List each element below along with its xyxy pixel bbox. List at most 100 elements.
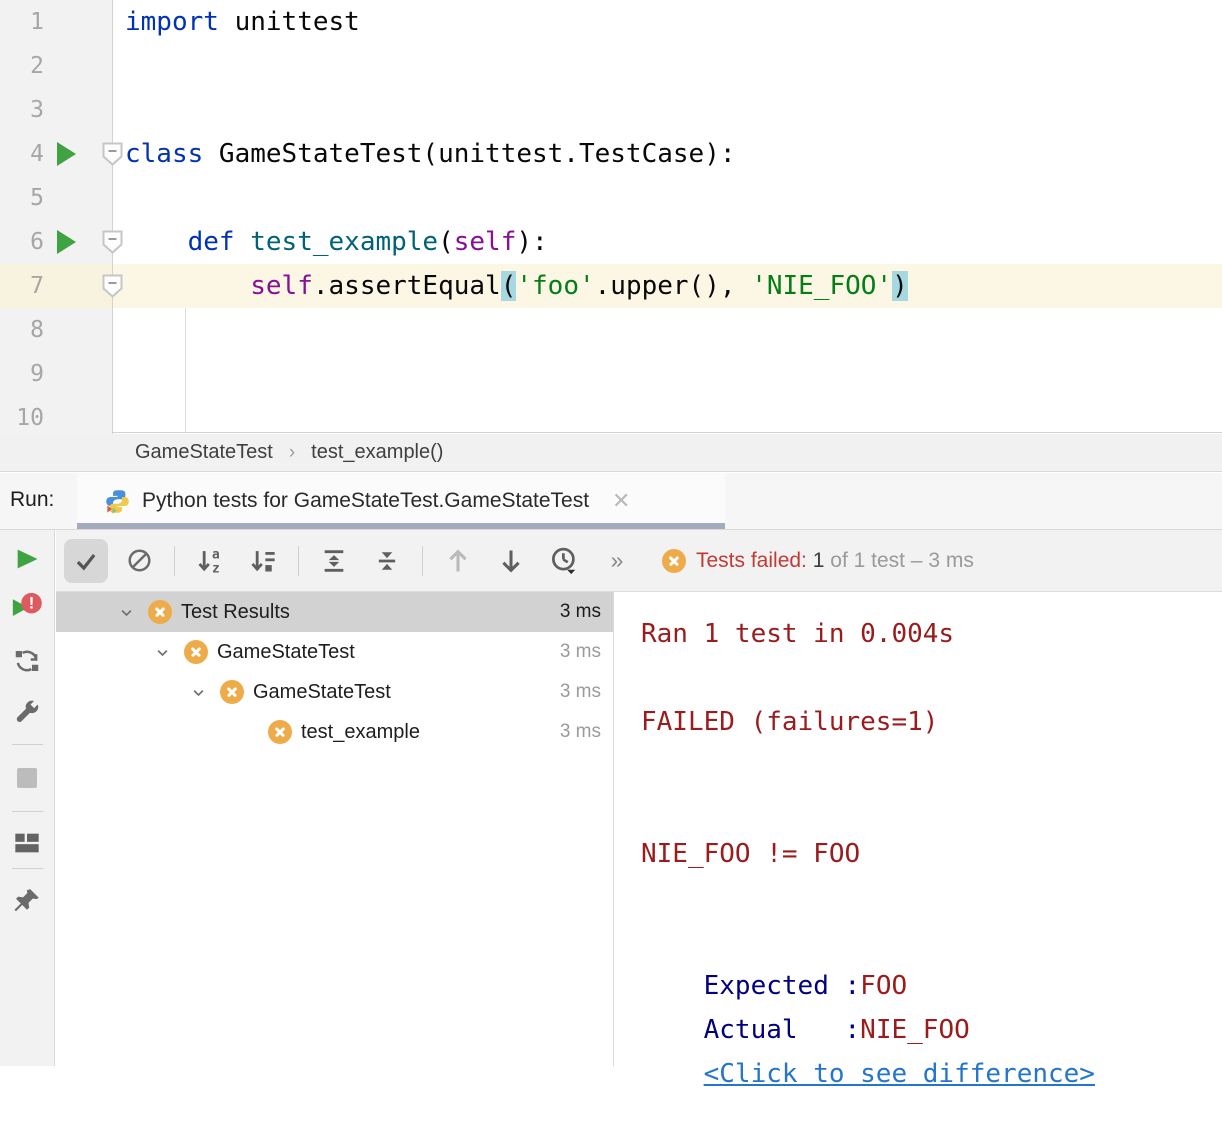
previous-failed-test-button[interactable] [436,539,480,583]
indent-guide [185,308,186,432]
run-label: Run: [10,488,54,512]
console-expected-label: Expected : [704,971,861,1001]
test-failed-badge-icon [220,680,244,704]
console-diff-line: NIE_FOO != FOO [641,839,860,869]
more-actions-button[interactable]: » [595,539,639,583]
tree-row-duration: 3 ms [560,601,601,623]
code-token: GameStateTest(unittest.TestCase): [203,139,735,169]
editor-gutter: 7 [0,264,113,308]
fold-marker-icon[interactable] [101,273,124,299]
console-expected-value: FOO [860,971,907,1001]
close-tab-icon[interactable]: ✕ [612,488,630,514]
chevron-down-icon[interactable] [180,685,216,700]
tree-row-label: Test Results [181,601,290,624]
tree-row-test-results[interactable]: Test Results 3 ms [56,592,613,632]
console-actual-value: NIE_FOO [860,1015,970,1045]
code-line-9[interactable]: 9 [0,352,1222,396]
run-test-gutter-icon[interactable] [57,230,76,254]
test-failed-badge-icon [268,720,292,744]
code-line-6[interactable]: 6 def test_example(self): [0,220,1222,264]
code-token: 'foo' [516,271,594,301]
test-status-summary: Tests failed: 1 of 1 test – 3 ms [662,549,974,573]
code-line-1[interactable]: 1 import unittest [0,0,1222,44]
collapse-all-button[interactable] [365,539,409,583]
tree-row-gamestatetest-class[interactable]: GameStateTest 3 ms [56,672,613,712]
fold-marker-icon[interactable] [101,229,124,255]
code-token: self [454,227,517,257]
toolbar-separator [12,744,43,745]
stop-button[interactable] [0,766,54,790]
code-token: .assertEqual [313,271,501,301]
sort-alphabetically-button[interactable]: a z [188,539,232,583]
code-token: 'NIE_FOO' [751,271,892,301]
svg-text:a: a [212,547,220,562]
sort-by-duration-button[interactable] [241,539,285,583]
layout-settings-button[interactable] [0,829,54,857]
code-token: test_example [250,227,438,257]
code-editor[interactable]: 1 import unittest 2 3 4 class GameStateT… [0,0,1222,433]
chevron-down-icon[interactable] [144,645,180,660]
chevrons-right-icon: » [611,547,624,574]
tree-row-label: test_example [301,721,420,744]
selected-tab-indicator [77,523,725,529]
toolbar-separator [422,546,423,576]
code-line-4[interactable]: 4 class GameStateTest(unittest.TestCase)… [0,132,1222,176]
tree-row-gamestatetest-module[interactable]: GameStateTest 3 ms [56,632,613,672]
expand-all-button[interactable] [312,539,356,583]
tree-row-duration: 3 ms [560,681,601,703]
toolbar-separator [12,811,43,812]
rerun-automatically-button[interactable] [0,646,54,676]
tree-row-label: GameStateTest [253,681,391,704]
editor-gutter: 5 [0,176,113,220]
rerun-failed-tests-button[interactable]: ! [0,590,54,624]
code-line-7-current[interactable]: 7 self.assertEqual('foo'.upper(), 'NIE_F… [0,264,1222,308]
code-line-3[interactable]: 3 [0,88,1222,132]
code-line-5[interactable]: 5 [0,176,1222,220]
line-number: 1 [0,9,44,35]
code-token-matched-brace: ( [501,271,517,301]
code-text[interactable]: self.assertEqual('foo'.upper(), 'NIE_FOO… [113,264,908,308]
fold-marker-icon[interactable] [101,141,124,167]
console-blank-line [641,876,1222,920]
run-tab-bar: Run: Python tests for GameStateTest.Game… [0,473,1222,530]
console-actual-label: Actual : [704,1015,861,1045]
tests-failed-icon [662,549,686,573]
console-blank-line [641,656,1222,700]
code-token: unittest [219,7,360,37]
code-text[interactable]: import unittest [113,0,360,44]
code-token [125,227,188,257]
code-token: self [250,271,313,301]
chevron-down-icon[interactable] [108,605,144,620]
code-token: ( [438,227,454,257]
breadcrumb: GameStateTest › test_example() [0,434,1222,472]
show-ignored-button[interactable] [117,539,161,583]
show-passed-button[interactable] [64,539,108,583]
svg-text:!: ! [29,594,35,613]
run-test-gutter-icon[interactable] [57,142,76,166]
test-settings-wrench-button[interactable] [0,699,54,729]
breadcrumb-method[interactable]: test_example() [311,441,443,464]
editor-gutter: 8 [0,308,113,352]
next-failed-test-button[interactable] [489,539,533,583]
rerun-button[interactable] [0,544,54,574]
code-text[interactable]: class GameStateTest(unittest.TestCase): [113,132,736,176]
tree-row-test-example[interactable]: test_example 3 ms [56,712,613,752]
line-number: 4 [0,141,44,167]
test-history-button[interactable] [542,539,586,583]
run-configuration-tab[interactable]: Python tests for GameStateTest.GameState… [77,473,725,529]
code-line-2[interactable]: 2 [0,44,1222,88]
click-to-see-difference-link[interactable]: <Click to see difference> [704,1059,1095,1089]
code-token: ): [516,227,547,257]
toolbar-separator [174,546,175,576]
breadcrumb-class[interactable]: GameStateTest [135,441,273,464]
line-number: 3 [0,97,44,123]
code-text[interactable]: def test_example(self): [113,220,548,264]
line-number: 9 [0,361,44,387]
run-tab-title: Python tests for GameStateTest.GameState… [142,489,589,513]
line-number: 2 [0,53,44,79]
svg-text:z: z [212,561,220,574]
code-line-8[interactable]: 8 [0,308,1222,352]
python-tests-icon [104,488,131,515]
pin-tab-button[interactable] [0,886,54,916]
editor-gutter: 3 [0,88,113,132]
